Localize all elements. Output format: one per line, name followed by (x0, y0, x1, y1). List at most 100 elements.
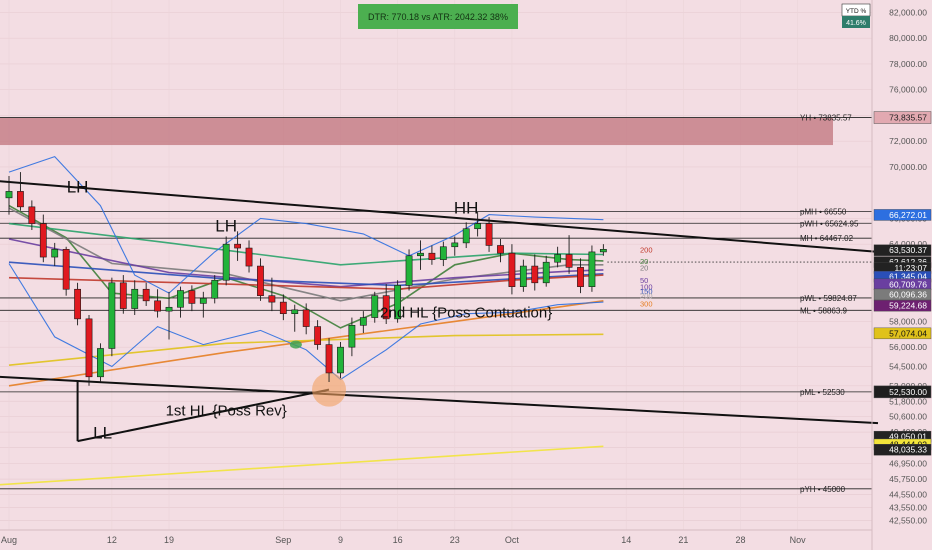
bear-candle (577, 267, 584, 287)
bull-candle (474, 223, 482, 230)
level-label-pWH: pWH • 65624.95 (800, 219, 859, 228)
x-tick-label: Nov (790, 535, 807, 545)
bull-candle (199, 297, 207, 304)
bear-candle (257, 265, 264, 296)
y-tick-label: 45,750.00 (889, 474, 927, 484)
x-tick-label: 19 (164, 535, 174, 545)
level-label-pMH: pMH • 66550 (800, 207, 847, 216)
bear-candle (428, 252, 436, 260)
x-tick-label: 28 (736, 535, 746, 545)
bull-candle (405, 255, 413, 286)
ma-label: 300 (640, 299, 653, 308)
x-tick-label: 21 (678, 535, 688, 545)
bull-candle (177, 290, 184, 308)
bear-candle (62, 249, 70, 290)
level-axis-tag-text: 73,835.57 (889, 113, 927, 123)
x-tick-label: 23 (450, 535, 460, 545)
bull-candle (51, 249, 59, 258)
y-tick-label: 54,500.00 (889, 361, 927, 371)
annotation: LH (67, 178, 89, 197)
ma-label: 20 (640, 263, 648, 272)
level-label-YH: YH • 73835.57 (800, 114, 852, 123)
y-tick-label: 44,550.00 (889, 490, 927, 500)
bull-candle (417, 252, 424, 257)
bear-candle (325, 344, 333, 374)
bear-candle (234, 243, 241, 249)
annotation: 1st HL {Poss Rev} (166, 402, 287, 419)
ytd-badge: YTD % 41.6% (841, 3, 871, 28)
price-chart[interactable]: YH • 73835.57 pMH • 66550 pWH • 65624.95 MH… (0, 0, 932, 550)
bear-candle (39, 223, 47, 258)
bull-candle (131, 288, 139, 309)
level-label-ML: ML • 58863.9 (800, 306, 848, 315)
bear-candle (17, 191, 24, 208)
bull-candle (359, 317, 367, 326)
bull-candle (5, 191, 13, 199)
x-tick-label: 12 (107, 535, 117, 545)
bear-candle (85, 318, 93, 378)
x-tick-label: Sep (275, 535, 291, 545)
y-tick-label: 56,000.00 (889, 342, 927, 352)
bull-candle (165, 306, 173, 312)
price-tag-text: 59,224.68 (889, 301, 927, 311)
bear-candle (497, 245, 504, 254)
bull-candle (222, 243, 230, 281)
bull-candle (439, 246, 447, 260)
bear-candle (188, 290, 196, 304)
bull-candle (519, 265, 527, 287)
bull-candle (371, 295, 379, 318)
bear-candle (245, 247, 253, 267)
bear-candle (485, 223, 493, 246)
level-label-pML: pML • 52530 (800, 388, 845, 397)
level-label-pYH: pYH • 45000 (800, 485, 846, 494)
bull-candle (291, 309, 299, 315)
bear-candle (314, 326, 322, 345)
bear-candle (28, 206, 36, 224)
y-tick-label: 46,950.00 (889, 459, 927, 469)
y-tick-label: 42,550.00 (889, 515, 927, 525)
y-tick-label: 70,000.00 (889, 162, 927, 172)
x-tick-label: 16 (393, 535, 403, 545)
price-tag-text: 63,530.37 (889, 245, 927, 255)
bear-candle (531, 265, 539, 284)
ma-label: 200 (640, 245, 653, 254)
bull-candle (337, 346, 344, 374)
y-tick-label: 76,000.00 (889, 85, 927, 95)
bear-candle (302, 309, 310, 327)
x-tick-label: Aug (1, 535, 17, 545)
resistance-zone (0, 117, 833, 146)
bear-candle (154, 300, 161, 312)
price-tag-text: 57,074.04 (889, 328, 927, 338)
dtr-box: DTR: 770.18 vs ATR: 2042.32 38% (358, 4, 518, 29)
annotation: HH (454, 198, 479, 217)
y-tick-label: 50,600.00 (889, 412, 927, 422)
bull-candle (108, 282, 116, 349)
price-tag-text: 60,096.36 (889, 289, 927, 299)
bear-candle (279, 301, 287, 315)
bear-candle (119, 282, 127, 309)
y-tick-label: 82,000.00 (889, 7, 927, 17)
level-axis-tag-text: 52,530.00 (889, 387, 927, 397)
y-tick-label: 72,000.00 (889, 136, 927, 146)
y-tick-label: 80,000.00 (889, 33, 927, 43)
bull-candle (97, 348, 104, 378)
price-tag-text: 66,272.01 (889, 210, 927, 220)
bear-candle (268, 295, 276, 303)
annotation: LH (215, 216, 237, 235)
annotation: 2nd HL {Poss Contuation} (380, 305, 552, 322)
y-tick-label: 43,550.00 (889, 502, 927, 512)
ytd-badge-label: YTD % (846, 8, 867, 15)
bull-candle (211, 279, 219, 299)
level-label-pWL: pWL • 59824.87 (800, 294, 857, 303)
bull-candle (599, 249, 607, 253)
level-label-MH: MH • 64467.02 (800, 234, 854, 243)
price-tag-text: 48,035.33 (889, 445, 927, 455)
bear-candle (508, 252, 516, 287)
ytd-badge-value: 41.6% (846, 20, 866, 27)
bull-candle (348, 324, 356, 348)
x-tick-label: 14 (621, 535, 631, 545)
x-tick-label: Oct (505, 535, 520, 545)
bull-candle (462, 228, 470, 244)
y-tick-label: 58,000.00 (889, 316, 927, 326)
bear-candle (74, 288, 81, 320)
